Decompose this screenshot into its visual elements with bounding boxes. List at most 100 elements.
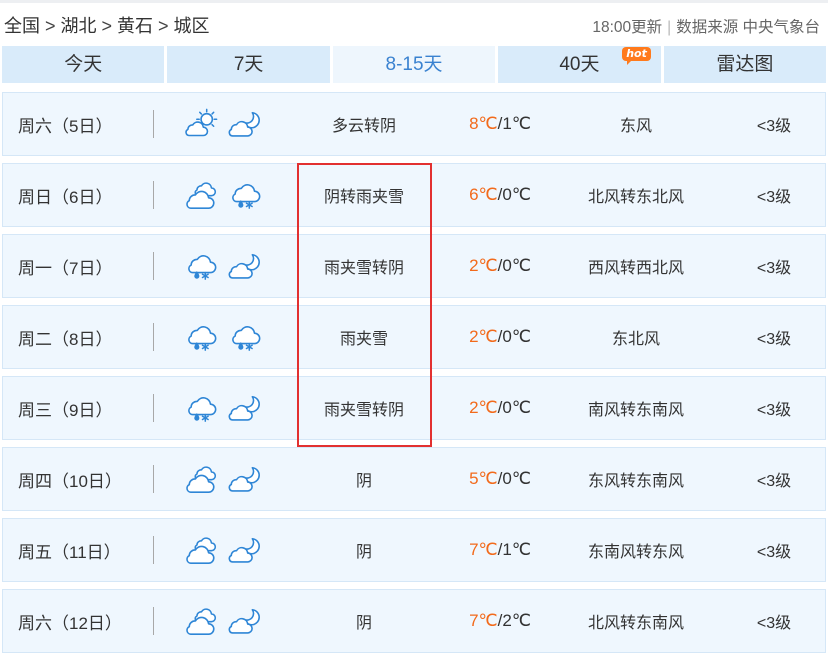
temperature-high: 6℃ <box>469 185 498 204</box>
forecast-list: 周六（5日） 多云转阴 8℃/1℃ 东风 <3级 周日（6日） 阴转雨夹雪 6℃… <box>2 92 826 653</box>
wind-level: <3级 <box>756 189 792 206</box>
tab-radar[interactable]: 雷达图 <box>663 46 827 83</box>
temperature-high: 2℃ <box>469 327 498 346</box>
wind-level: <3级 <box>756 331 792 348</box>
column-divider <box>153 323 154 351</box>
overcast-icon <box>183 179 221 211</box>
wind-direction: 东风转东南风 <box>587 473 684 490</box>
forecast-day: 周二（8日） <box>18 329 113 349</box>
wind-direction: 东南风转东风 <box>587 544 684 561</box>
wind-direction: 北风转东南风 <box>587 615 684 632</box>
column-divider <box>153 536 154 564</box>
tab-label: 雷达图 <box>716 54 774 75</box>
weather-description: 阴 <box>355 615 372 632</box>
temperature-high: 8℃ <box>469 114 498 133</box>
hot-badge: hot <box>622 47 651 65</box>
wind-level: <3级 <box>756 118 792 135</box>
forecast-row: 周四（10日） 阴 5℃/0℃ 东风转东南风 <3级 <box>2 447 826 511</box>
partly-cloudy-day-icon <box>183 108 221 140</box>
tab-today[interactable]: 今天 <box>2 46 165 83</box>
forecast-day: 周三（9日） <box>18 400 113 420</box>
temperature-range: 2℃/0℃ <box>432 377 568 439</box>
sleet-icon <box>227 179 265 211</box>
tab-label: 40天 <box>559 54 600 75</box>
overcast-icon <box>183 534 221 566</box>
column-divider <box>153 181 154 209</box>
temperature-low: 2℃ <box>502 611 531 630</box>
wind-level: <3级 <box>756 473 792 490</box>
forecast-row: 周一（7日） 雨夹雪转阴 2℃/0℃ 西风转西北风 <3级 <box>2 234 826 298</box>
tab-7-days[interactable]: 7天 <box>167 46 330 83</box>
forecast-day: 周日（6日） <box>18 187 113 207</box>
temperature-range: 2℃/0℃ <box>432 235 568 297</box>
weather-description: 雨夹雪转阴 <box>323 402 404 419</box>
overcast-icon <box>183 463 221 495</box>
sleet-icon <box>183 321 221 353</box>
tab-label: 8-15天 <box>385 54 443 75</box>
column-divider <box>153 607 154 635</box>
header-bar: 全国 > 湖北 > 黄石 > 城区 18:00更新 | 数据来源 中央气象台 <box>0 0 828 46</box>
cloudy-night-icon <box>227 534 265 566</box>
temperature-low: 0℃ <box>502 327 531 346</box>
weather-description: 阴转雨夹雪 <box>323 189 404 206</box>
forecast-day: 周六（5日） <box>18 116 113 136</box>
temperature-range: 5℃/0℃ <box>432 448 568 510</box>
forecast-day: 周六（12日） <box>18 613 122 633</box>
tab-8-15-days[interactable]: 8-15天 <box>332 46 496 83</box>
wind-level: <3级 <box>756 402 792 419</box>
temperature-low: 0℃ <box>502 469 531 488</box>
cloudy-night-icon <box>227 392 265 424</box>
sleet-icon <box>227 321 265 353</box>
breadcrumb: 全国 > 湖北 > 黄石 > 城区 <box>4 12 210 40</box>
forecast-tabs: 今天 7天 8-15天 40天 hot 雷达图 <box>2 46 827 83</box>
temperature-range: 6℃/0℃ <box>432 164 568 226</box>
overcast-icon <box>183 605 221 637</box>
weather-description: 阴 <box>355 544 372 561</box>
forecast-day: 周一（7日） <box>18 258 113 278</box>
meta-divider: | <box>667 19 672 36</box>
wind-direction: 东风 <box>619 118 652 135</box>
temperature-range: 7℃/1℃ <box>432 519 568 581</box>
weather-forecast-page: 全国 > 湖北 > 黄石 > 城区 18:00更新 | 数据来源 中央气象台 今天 7天 8-1… <box>0 0 828 663</box>
cloudy-night-icon <box>227 108 265 140</box>
temperature-high: 7℃ <box>469 540 498 559</box>
forecast-row: 周六（5日） 多云转阴 8℃/1℃ 东风 <3级 <box>2 92 826 156</box>
temperature-range: 8℃/1℃ <box>432 93 568 155</box>
wind-direction: 南风转东南风 <box>587 402 684 419</box>
temperature-low: 0℃ <box>502 256 531 275</box>
tab-label: 7天 <box>233 54 264 75</box>
forecast-day: 周五（11日） <box>18 542 121 562</box>
breadcrumb-link-province[interactable]: 湖北 <box>61 16 97 36</box>
weather-description: 雨夹雪 <box>339 331 388 348</box>
wind-level: <3级 <box>756 615 792 632</box>
temperature-range: 2℃/0℃ <box>432 306 568 368</box>
wind-level: <3级 <box>756 544 792 561</box>
temperature-high: 2℃ <box>469 398 498 417</box>
breadcrumb-link-city[interactable]: 黄石 <box>117 16 153 36</box>
tab-label: 今天 <box>64 54 103 75</box>
update-time: 18:00更新 <box>592 19 663 36</box>
temperature-high: 7℃ <box>469 611 498 630</box>
breadcrumb-current-district: 城区 <box>173 16 210 36</box>
temperature-range: 7℃/2℃ <box>432 590 568 652</box>
forecast-row: 周日（6日） 阴转雨夹雪 6℃/0℃ 北风转东北风 <3级 <box>2 163 826 227</box>
breadcrumb-separator: > <box>101 16 113 36</box>
temperature-high: 2℃ <box>469 256 498 275</box>
cloudy-night-icon <box>227 605 265 637</box>
wind-direction: 东北风 <box>611 331 660 348</box>
forecast-row: 周五（11日） 阴 7℃/1℃ 东南风转东风 <3级 <box>2 518 826 582</box>
temperature-low: 1℃ <box>502 114 531 133</box>
weather-description: 多云转阴 <box>331 118 396 135</box>
wind-level: <3级 <box>756 260 792 277</box>
sleet-icon <box>183 392 221 424</box>
update-info: 18:00更新 | 数据来源 中央气象台 <box>592 14 820 42</box>
cloudy-night-icon <box>227 463 265 495</box>
tab-40-days[interactable]: 40天 hot <box>498 46 661 83</box>
wind-direction: 西风转西北风 <box>587 260 684 277</box>
sleet-icon <box>183 250 221 282</box>
column-divider <box>153 465 154 493</box>
cloudy-night-icon <box>227 250 265 282</box>
column-divider <box>153 252 154 280</box>
column-divider <box>153 394 154 422</box>
breadcrumb-link-national[interactable]: 全国 <box>4 16 40 36</box>
